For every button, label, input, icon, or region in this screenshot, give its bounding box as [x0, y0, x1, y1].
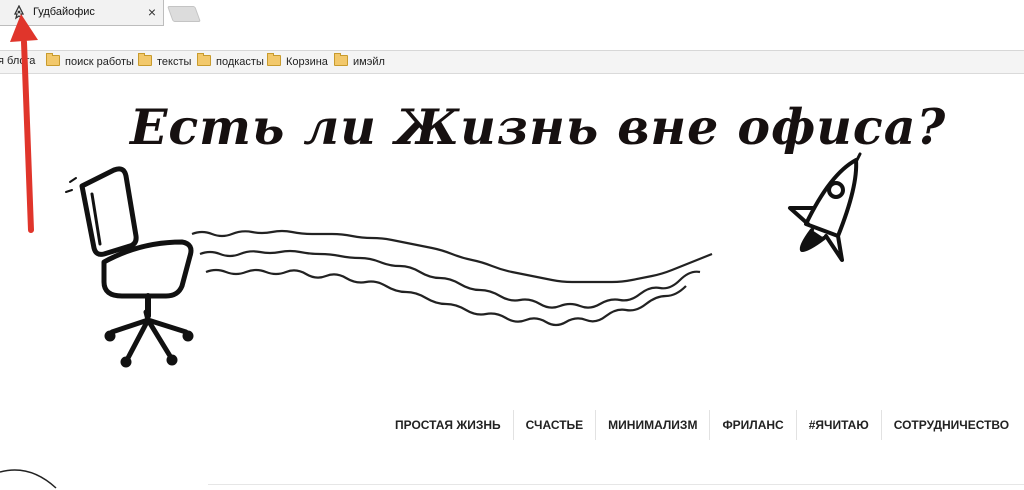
content-divider [208, 484, 1024, 485]
office-chair-icon [65, 166, 194, 368]
bookmark-label: Корзина [286, 56, 328, 68]
main-navigation: ПРОСТАЯ ЖИЗНЬ СЧАСТЬЕ МИНИМАЛИЗМ ФРИЛАНС… [383, 410, 1021, 440]
bookmarks-bar: я блога поиск работы тексты подкасты Кор… [0, 51, 1024, 74]
logo-fragment-icon [0, 469, 57, 489]
bookmark-label: подкасты [216, 56, 264, 68]
folder-icon [138, 53, 152, 66]
bookmark-email[interactable]: имэйл [334, 53, 385, 69]
nav-minimalism[interactable]: МИНИМАЛИЗМ [595, 410, 709, 440]
folder-icon [197, 53, 211, 66]
nav-i-read[interactable]: #ЯЧИТАЮ [795, 410, 881, 440]
bookmark-label: поиск работы [65, 56, 134, 68]
new-tab-icon[interactable] [167, 6, 201, 22]
nav-simple-life[interactable]: ПРОСТАЯ ЖИЗНЬ [383, 410, 513, 440]
hero-title: Есть ли Жизнь вне офиса? [130, 98, 947, 156]
close-tab-icon[interactable]: × [144, 4, 160, 20]
folder-icon [334, 53, 348, 66]
hero-banner[interactable]: Есть ли Жизнь вне офиса? [0, 74, 1024, 394]
bookmark-label: тексты [157, 56, 192, 68]
bookmark-label: имэйл [353, 56, 385, 68]
nav-happiness[interactable]: СЧАСТЬЕ [512, 410, 596, 440]
nav-freelance[interactable]: ФРИЛАНС [709, 410, 795, 440]
folder-icon [267, 53, 281, 66]
rocket-icon [788, 152, 862, 262]
nav-cooperation[interactable]: СОТРУДНИЧЕСТВО [880, 410, 1021, 440]
tab-strip: Гудбайофис × [0, 0, 1024, 26]
annotation-arrow-icon [10, 14, 38, 233]
bookmark-podcasts[interactable]: подкасты [197, 53, 264, 69]
bookmark-trash[interactable]: Корзина [267, 53, 328, 69]
toolbar-area [0, 26, 1024, 51]
bookmark-texts[interactable]: тексты [138, 53, 192, 69]
